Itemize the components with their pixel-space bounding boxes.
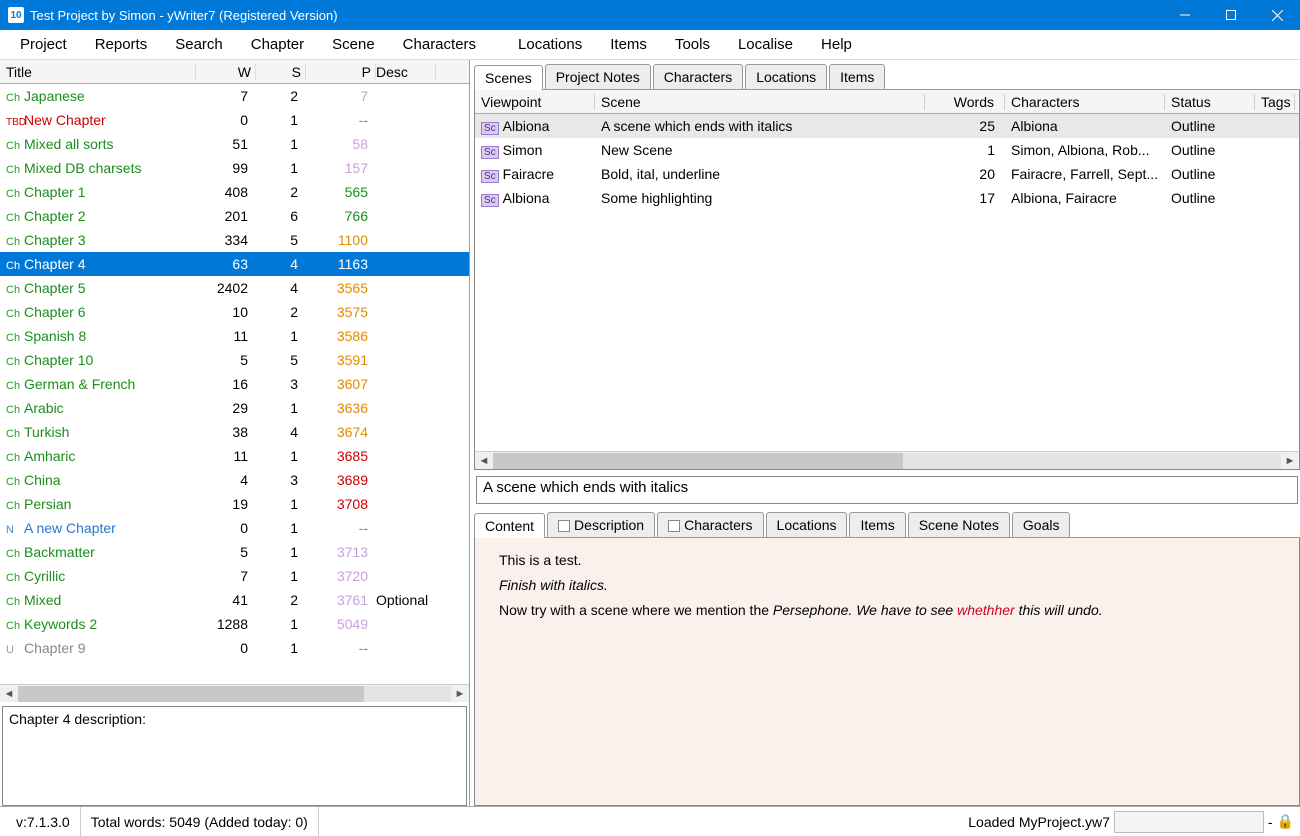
chapter-row[interactable]: ChMixed DB charsets991157 bbox=[0, 156, 469, 180]
tab-goals[interactable]: Goals bbox=[1012, 512, 1071, 537]
chapter-row[interactable]: ChMixed all sorts51158 bbox=[0, 132, 469, 156]
status-dash: - bbox=[1268, 814, 1273, 830]
menu-localise[interactable]: Localise bbox=[724, 32, 807, 57]
chapter-row[interactable]: ChChina433689 bbox=[0, 468, 469, 492]
status-loaded: Loaded MyProject.yw7 bbox=[968, 814, 1110, 830]
col-viewpoint[interactable]: Viewpoint bbox=[475, 94, 595, 110]
col-w[interactable]: W bbox=[196, 64, 256, 80]
menu-search[interactable]: Search bbox=[161, 32, 237, 57]
status-progress bbox=[1114, 811, 1264, 833]
content-line: Finish with italics. bbox=[499, 573, 1275, 598]
chapter-row[interactable]: ChPersian1913708 bbox=[0, 492, 469, 516]
minimize-button[interactable] bbox=[1162, 0, 1208, 30]
menu-items[interactable]: Items bbox=[596, 32, 661, 57]
chapter-row[interactable]: ChChapter 5240243565 bbox=[0, 276, 469, 300]
tab-content[interactable]: Content bbox=[474, 513, 545, 538]
chapter-row[interactable]: ChMixed4123761Optional bbox=[0, 588, 469, 612]
note-icon bbox=[558, 520, 570, 532]
col-s[interactable]: S bbox=[256, 64, 306, 80]
chapter-row[interactable]: TBDNew Chapter01-- bbox=[0, 108, 469, 132]
scroll-left-icon[interactable]: ◄ bbox=[0, 688, 18, 700]
chapter-list[interactable]: ChJapanese727TBDNew Chapter01--ChMixed a… bbox=[0, 84, 469, 684]
scene-row[interactable]: ScSimonNew Scene1Simon, Albiona, Rob...O… bbox=[475, 138, 1299, 162]
tab-items[interactable]: Items bbox=[829, 64, 885, 89]
app-icon: 10 bbox=[8, 7, 24, 23]
chapter-row[interactable]: ChAmharic1113685 bbox=[0, 444, 469, 468]
tab-characters[interactable]: Characters bbox=[657, 512, 763, 537]
scene-hscroll[interactable]: ◄ ► bbox=[475, 451, 1299, 469]
chapter-row[interactable]: NA new Chapter01-- bbox=[0, 516, 469, 540]
scene-list[interactable]: ScAlbionaA scene which ends with italics… bbox=[475, 114, 1299, 451]
chapter-row[interactable]: ChArabic2913636 bbox=[0, 396, 469, 420]
window-title: Test Project by Simon - yWriter7 (Regist… bbox=[30, 8, 1162, 23]
tab-characters[interactable]: Characters bbox=[653, 64, 743, 89]
chapter-row[interactable]: ChCyrillic713720 bbox=[0, 564, 469, 588]
tab-scenes[interactable]: Scenes bbox=[474, 65, 543, 90]
scene-list-header[interactable]: Viewpoint Scene Words Characters Status … bbox=[475, 90, 1299, 114]
chapter-row[interactable]: UChapter 901-- bbox=[0, 636, 469, 660]
chapter-hscroll[interactable]: ◄ ► bbox=[0, 684, 469, 702]
scene-content-editor[interactable]: This is a test. Finish with italics. Now… bbox=[474, 538, 1300, 806]
col-characters[interactable]: Characters bbox=[1005, 94, 1165, 110]
tab-project-notes[interactable]: Project Notes bbox=[545, 64, 651, 89]
close-button[interactable] bbox=[1254, 0, 1300, 30]
menu-locations[interactable]: Locations bbox=[504, 32, 596, 57]
chapter-row[interactable]: ChSpanish 81113586 bbox=[0, 324, 469, 348]
col-title[interactable]: Title bbox=[6, 64, 196, 80]
chapter-row[interactable]: ChChapter 46341163 bbox=[0, 252, 469, 276]
chapter-row[interactable]: ChChapter 333451100 bbox=[0, 228, 469, 252]
chapter-row[interactable]: ChChapter 14082565 bbox=[0, 180, 469, 204]
col-p[interactable]: P bbox=[306, 64, 376, 80]
menu-chapter[interactable]: Chapter bbox=[237, 32, 318, 57]
chapter-description[interactable]: Chapter 4 description: bbox=[2, 706, 467, 806]
chapter-row[interactable]: ChChapter 22016766 bbox=[0, 204, 469, 228]
tab-items[interactable]: Items bbox=[849, 512, 905, 537]
col-words[interactable]: Words bbox=[925, 94, 1005, 110]
tab-locations[interactable]: Locations bbox=[745, 64, 827, 89]
chapter-list-header[interactable]: Title W S P Desc bbox=[0, 60, 469, 84]
scroll-right-icon[interactable]: ► bbox=[451, 688, 469, 700]
lock-icon: 🔒 bbox=[1277, 813, 1294, 830]
status-version: v:7.1.3.0 bbox=[6, 807, 81, 836]
status-word-count: Total words: 5049 (Added today: 0) bbox=[81, 807, 319, 836]
chapter-row[interactable]: ChJapanese727 bbox=[0, 84, 469, 108]
col-status[interactable]: Status bbox=[1165, 94, 1255, 110]
chapter-row[interactable]: ChBackmatter513713 bbox=[0, 540, 469, 564]
title-bar: 10 Test Project by Simon - yWriter7 (Reg… bbox=[0, 0, 1300, 30]
menu-bar: ProjectReportsSearchChapterSceneCharacte… bbox=[0, 30, 1300, 60]
tab-description[interactable]: Description bbox=[547, 512, 655, 537]
chapter-row[interactable]: ChKeywords 2128815049 bbox=[0, 612, 469, 636]
tab-scene-notes[interactable]: Scene Notes bbox=[908, 512, 1010, 537]
scroll-left-icon[interactable]: ◄ bbox=[475, 455, 493, 467]
chapter-row[interactable]: ChChapter 61023575 bbox=[0, 300, 469, 324]
col-scene[interactable]: Scene bbox=[595, 94, 925, 110]
content-tabs: ContentDescriptionCharactersLocationsIte… bbox=[474, 510, 1300, 538]
right-tabs: ScenesProject NotesCharactersLocationsIt… bbox=[474, 62, 1300, 90]
scene-row[interactable]: ScFairacreBold, ital, underline20Fairacr… bbox=[475, 162, 1299, 186]
content-line: This is a test. bbox=[499, 548, 1275, 573]
content-line: Now try with a scene where we mention th… bbox=[499, 598, 1275, 623]
scene-title-input[interactable]: A scene which ends with italics bbox=[476, 476, 1298, 504]
scroll-right-icon[interactable]: ► bbox=[1281, 455, 1299, 467]
scene-row[interactable]: ScAlbionaA scene which ends with italics… bbox=[475, 114, 1299, 138]
status-bar: v:7.1.3.0 Total words: 5049 (Added today… bbox=[0, 806, 1300, 836]
menu-project[interactable]: Project bbox=[6, 32, 81, 57]
col-tags[interactable]: Tags bbox=[1255, 94, 1295, 110]
col-desc[interactable]: Desc bbox=[376, 64, 436, 80]
menu-characters[interactable]: Characters bbox=[389, 32, 490, 57]
menu-tools[interactable]: Tools bbox=[661, 32, 724, 57]
maximize-button[interactable] bbox=[1208, 0, 1254, 30]
tab-locations[interactable]: Locations bbox=[766, 512, 848, 537]
chapter-row[interactable]: ChGerman & French1633607 bbox=[0, 372, 469, 396]
menu-scene[interactable]: Scene bbox=[318, 32, 389, 57]
menu-help[interactable]: Help bbox=[807, 32, 866, 57]
person-icon bbox=[668, 520, 680, 532]
chapter-row[interactable]: ChChapter 10553591 bbox=[0, 348, 469, 372]
scene-row[interactable]: ScAlbionaSome highlighting17Albiona, Fai… bbox=[475, 186, 1299, 210]
chapter-row[interactable]: ChTurkish3843674 bbox=[0, 420, 469, 444]
menu-reports[interactable]: Reports bbox=[81, 32, 162, 57]
